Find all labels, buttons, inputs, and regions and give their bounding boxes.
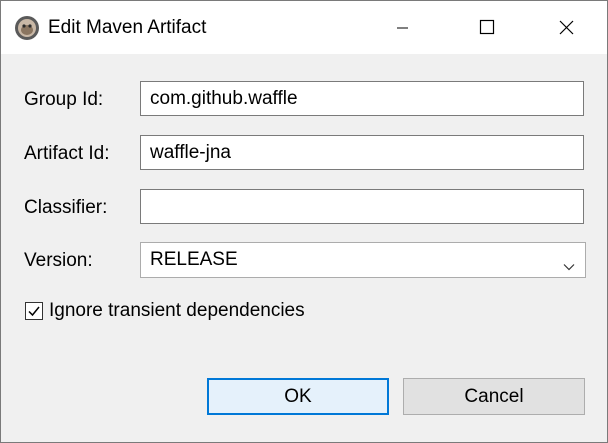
maven-app-icon bbox=[14, 15, 40, 41]
version-value: RELEASE bbox=[150, 249, 238, 270]
group-id-input[interactable]: com.github.waffle bbox=[140, 81, 584, 116]
minimize-icon bbox=[397, 27, 408, 29]
ok-button[interactable]: OK bbox=[207, 378, 389, 415]
artifact-id-value: waffle-jna bbox=[150, 142, 231, 163]
version-select[interactable]: RELEASE bbox=[140, 242, 586, 278]
artifact-id-label: Artifact Id: bbox=[24, 143, 110, 164]
version-label: Version: bbox=[24, 250, 93, 271]
artifact-id-input[interactable]: waffle-jna bbox=[140, 135, 584, 170]
close-button[interactable] bbox=[539, 1, 593, 54]
maximize-icon bbox=[479, 19, 495, 35]
group-id-label: Group Id: bbox=[24, 89, 104, 110]
classifier-input[interactable] bbox=[140, 189, 584, 224]
minimize-button[interactable] bbox=[375, 1, 429, 54]
title-bar[interactable]: Edit Maven Artifact bbox=[1, 1, 607, 54]
close-icon bbox=[559, 20, 574, 35]
checkmark-icon bbox=[28, 306, 40, 317]
maximize-button[interactable] bbox=[459, 1, 513, 54]
ignore-transient-checkbox[interactable] bbox=[25, 302, 43, 320]
edit-maven-artifact-dialog: Edit Maven Artifact Group Id: com.github… bbox=[0, 0, 608, 443]
group-id-value: com.github.waffle bbox=[150, 88, 298, 109]
ignore-transient-label[interactable]: Ignore transient dependencies bbox=[49, 300, 305, 322]
window-title: Edit Maven Artifact bbox=[48, 17, 207, 38]
classifier-label: Classifier: bbox=[24, 197, 108, 218]
cancel-button[interactable]: Cancel bbox=[403, 378, 585, 415]
chevron-down-icon[interactable] bbox=[563, 255, 575, 277]
